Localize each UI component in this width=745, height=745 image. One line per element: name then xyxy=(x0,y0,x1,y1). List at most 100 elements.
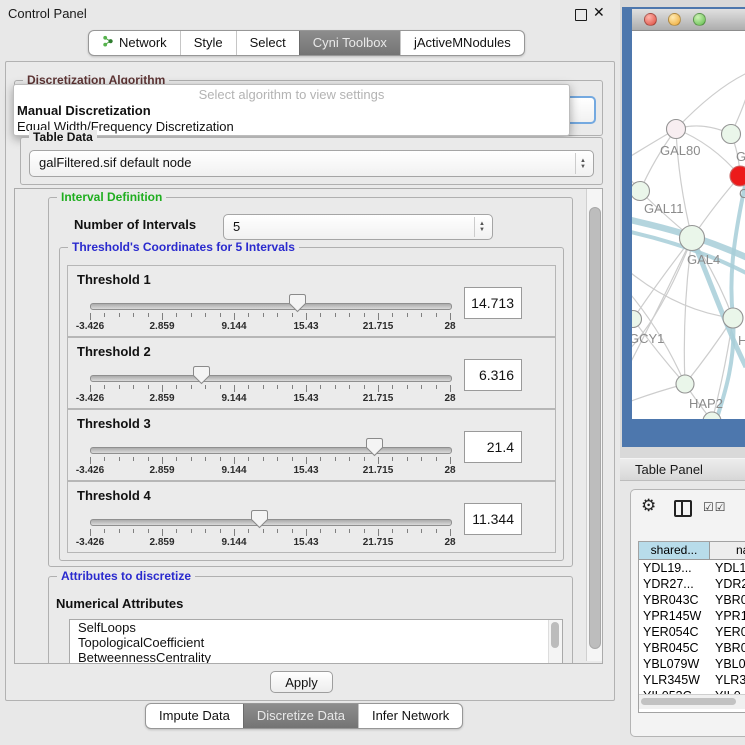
network-node[interactable] xyxy=(632,182,650,201)
network-node[interactable] xyxy=(730,166,745,186)
tick-mark xyxy=(421,457,422,461)
threshold-value-field[interactable]: 6.316 xyxy=(464,359,522,391)
scrollbar-thumb[interactable] xyxy=(551,622,559,648)
stepper-icon[interactable]: ▲▼ xyxy=(474,217,489,237)
slider-track[interactable] xyxy=(90,375,452,382)
network-canvas[interactable]: GAL80GACGAL11GAL4GCY1HHAP2 xyxy=(632,31,745,419)
threshold-value-field[interactable]: 21.4 xyxy=(464,431,522,463)
network-edge[interactable] xyxy=(633,238,692,319)
slider-thumb[interactable] xyxy=(365,437,384,457)
float-panel-icon[interactable] xyxy=(575,9,587,21)
threshold-value-field[interactable]: 11.344 xyxy=(464,503,522,535)
table-cell[interactable]: YLR3 xyxy=(710,672,745,688)
columns-icon[interactable] xyxy=(674,500,692,517)
table-row[interactable]: YBL079WYBL0 xyxy=(639,656,745,672)
tab-label: Network xyxy=(119,31,167,55)
table-cell[interactable]: YDR2 xyxy=(710,576,745,592)
tab-infer-network[interactable]: Infer Network xyxy=(358,704,462,728)
table-cell[interactable]: YDL19... xyxy=(639,560,710,576)
list-item-selfloops[interactable]: SelfLoops xyxy=(70,620,562,635)
tab-select[interactable]: Select xyxy=(236,31,299,55)
table-cell[interactable]: YLR345W xyxy=(639,672,710,688)
slider-thumb[interactable] xyxy=(288,293,307,313)
zoom-traffic-light-icon[interactable] xyxy=(693,13,706,26)
table-cell[interactable]: YPR145W xyxy=(639,608,710,624)
stepper-icon[interactable]: ▲▼ xyxy=(575,153,590,174)
table-hscrollbar[interactable] xyxy=(639,694,745,709)
settings-scrollbar[interactable] xyxy=(586,189,602,661)
network-edge[interactable] xyxy=(632,269,733,318)
tick-mark xyxy=(421,313,422,317)
slider-track[interactable] xyxy=(90,447,452,454)
list-item-betweennesscentrality[interactable]: BetweennessCentrality xyxy=(70,650,562,664)
close-icon[interactable]: ✕ xyxy=(593,4,605,21)
slider-track[interactable] xyxy=(90,303,452,310)
table-row[interactable]: YDR27...YDR2 xyxy=(639,576,745,592)
checkbox-icons[interactable]: ☑☑ xyxy=(703,500,727,514)
table-cell[interactable]: YPR1 xyxy=(710,608,745,624)
network-node[interactable] xyxy=(667,120,686,139)
table-cell[interactable]: YBR045C xyxy=(639,640,710,656)
tick-mark xyxy=(378,529,379,536)
number-of-intervals-combo[interactable]: 5 ▲▼ xyxy=(223,214,493,240)
scrollbar-thumb[interactable] xyxy=(589,207,601,649)
tab-label: Discretize Data xyxy=(257,704,345,728)
dropdown-item-select-algorithm-to-view-settings[interactable]: Select algorithm to view settings xyxy=(14,87,569,103)
tab-jactivemnodules[interactable]: jActiveMNodules xyxy=(400,31,524,55)
network-edge[interactable] xyxy=(633,319,685,384)
table-cell[interactable]: YBL0 xyxy=(710,656,745,672)
network-edge[interactable] xyxy=(676,73,745,129)
slider-thumb[interactable] xyxy=(192,365,211,385)
table-cell[interactable]: YER0 xyxy=(710,624,745,640)
minimize-traffic-light-icon[interactable] xyxy=(668,13,681,26)
table-row[interactable]: YLR345WYLR3 xyxy=(639,672,745,688)
network-node[interactable] xyxy=(632,311,642,328)
tab-impute-data[interactable]: Impute Data xyxy=(146,704,243,728)
tab-cyni-toolbox[interactable]: Cyni Toolbox xyxy=(299,31,400,55)
table-row[interactable]: YPR145WYPR1 xyxy=(639,608,745,624)
table-cell[interactable]: YBR0 xyxy=(710,592,745,608)
table-data-combo[interactable]: galFiltered.sif default node ▲▼ xyxy=(29,150,594,177)
table-header-name[interactable]: na xyxy=(710,542,745,559)
tick-label: 28 xyxy=(418,321,482,332)
table-cell[interactable]: YBR0 xyxy=(710,640,745,656)
table-row[interactable]: YBR043CYBR0 xyxy=(639,592,745,608)
gear-icon[interactable]: ⚙ xyxy=(641,496,656,516)
tick-label: 2.859 xyxy=(130,393,194,404)
scrollbar-thumb[interactable] xyxy=(641,698,736,705)
dropdown-item-equal-width-frequency-discretization[interactable]: Equal Width/Frequency Discretization xyxy=(14,119,569,135)
network-graph[interactable]: GAL80GACGAL11GAL4GCY1HHAP2 xyxy=(632,31,745,419)
network-node[interactable] xyxy=(723,308,743,328)
group-title: Interval Definition xyxy=(57,190,166,204)
network-node[interactable] xyxy=(722,125,741,144)
table-header-shared[interactable]: shared... xyxy=(639,542,710,559)
table-row[interactable]: YER054CYER0 xyxy=(639,624,745,640)
network-node[interactable] xyxy=(680,226,705,251)
table-cell[interactable]: YDL1 xyxy=(710,560,745,576)
table-cell[interactable]: YER054C xyxy=(639,624,710,640)
tick-mark xyxy=(436,529,437,533)
table-row[interactable]: YDL19...YDL1 xyxy=(639,560,745,576)
slider-track[interactable] xyxy=(90,519,452,526)
table-cell[interactable]: YDR27... xyxy=(639,576,710,592)
tab-network[interactable]: Network xyxy=(89,31,180,55)
table-cell[interactable]: YBL079W xyxy=(639,656,710,672)
threshold-value-field[interactable]: 14.713 xyxy=(464,287,522,319)
tab-discretize-data[interactable]: Discretize Data xyxy=(243,704,358,728)
slider-thumb[interactable] xyxy=(250,509,269,529)
table-row[interactable]: YBR045CYBR0 xyxy=(639,640,745,656)
list-item-topologicalcoefficient[interactable]: TopologicalCoefficient xyxy=(70,635,562,650)
network-window-titlebar[interactable] xyxy=(632,9,745,31)
tick-mark xyxy=(407,529,408,533)
network-edge-thick[interactable] xyxy=(716,181,745,419)
node-label: GAL4 xyxy=(687,252,720,267)
apply-button[interactable]: Apply xyxy=(270,671,333,693)
tab-style[interactable]: Style xyxy=(180,31,236,55)
network-node[interactable] xyxy=(676,375,694,393)
table-cell[interactable]: YBR043C xyxy=(639,592,710,608)
list-scrollbar[interactable] xyxy=(548,620,562,664)
dropdown-item-manual-discretization[interactable]: Manual Discretization xyxy=(14,103,569,119)
close-traffic-light-icon[interactable] xyxy=(644,13,657,26)
tick-mark xyxy=(306,457,307,464)
network-edge[interactable] xyxy=(640,129,676,191)
